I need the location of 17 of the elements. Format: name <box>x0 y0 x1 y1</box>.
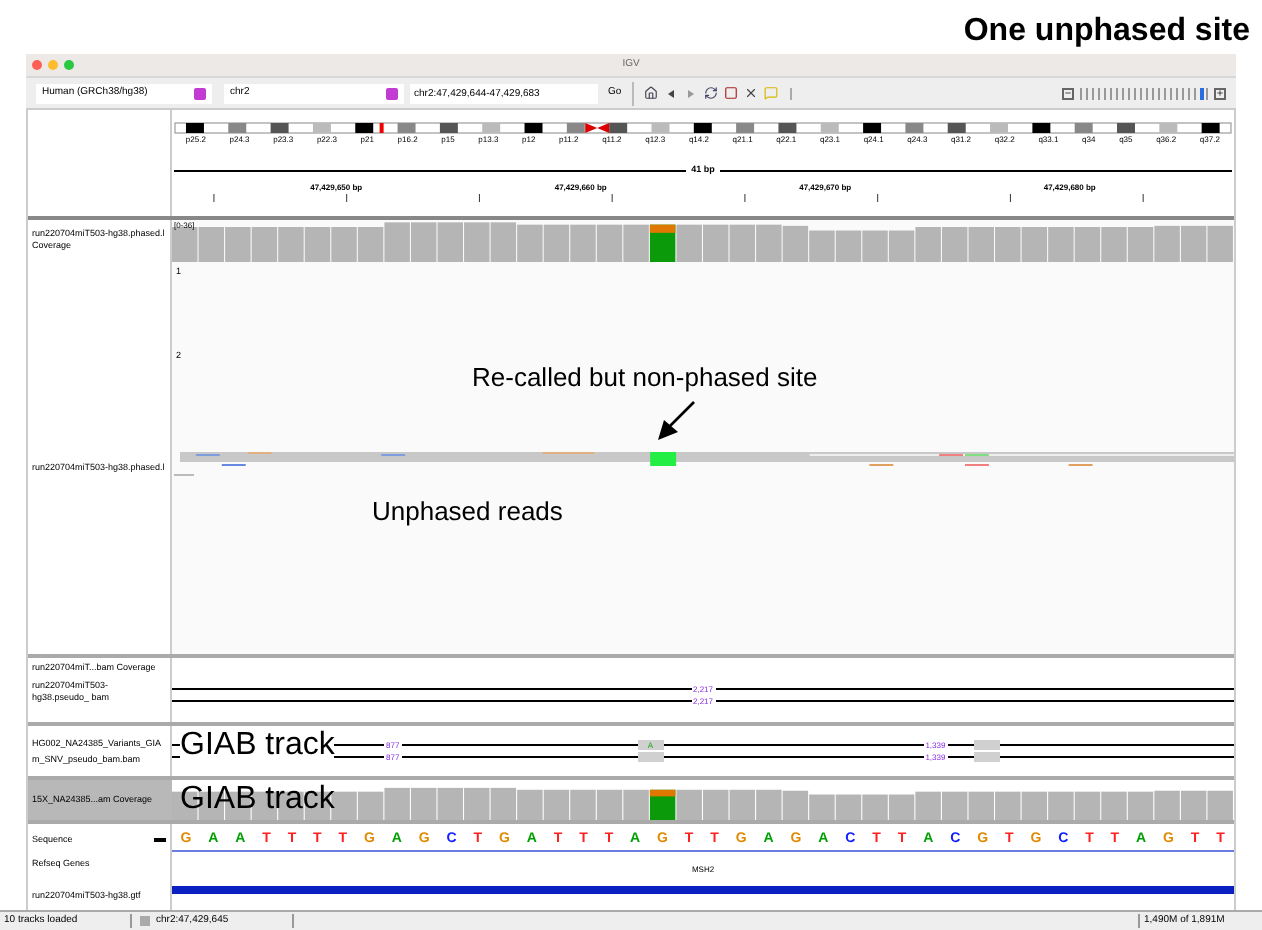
close-window-button[interactable] <box>32 60 42 70</box>
home-icon[interactable] <box>643 86 658 100</box>
overlay-text: GIAB track <box>180 782 335 818</box>
zoom-slider-thumb[interactable] <box>1199 87 1204 99</box>
region-icon[interactable] <box>723 86 738 100</box>
headline: One unphased site <box>963 14 1250 50</box>
zoom-in-button[interactable] <box>1214 87 1226 99</box>
forward-icon[interactable] <box>687 89 694 97</box>
zoom-out-button[interactable] <box>1062 87 1074 99</box>
back-icon[interactable] <box>667 89 674 97</box>
annotation-text: Unphased reads <box>372 496 563 526</box>
annotation-text: Re-called but non-phased site <box>472 362 818 392</box>
annotation-arrow <box>656 400 696 442</box>
variant-block <box>637 752 664 762</box>
refresh-icon[interactable] <box>703 86 718 100</box>
close-icon[interactable] <box>743 86 758 100</box>
overlay-text: GIAB track <box>180 728 335 764</box>
